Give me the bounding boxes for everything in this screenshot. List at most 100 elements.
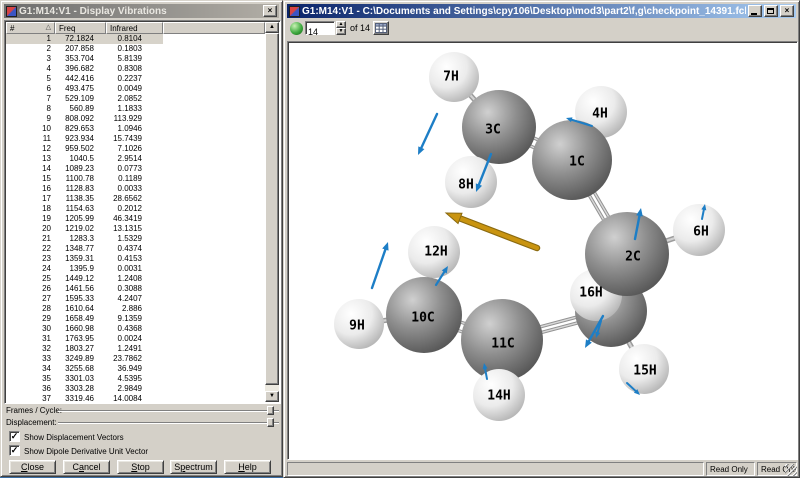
displacement-label: Displacement: bbox=[6, 418, 57, 427]
scroll-down-icon[interactable]: ▼ bbox=[265, 391, 279, 402]
sort-ascending-icon: △ bbox=[45, 24, 51, 31]
frames-cycle-handle[interactable] bbox=[267, 406, 274, 415]
table-row[interactable]: 5 442.416 0.2237 bbox=[6, 74, 265, 84]
svg-text:9H: 9H bbox=[349, 319, 365, 334]
spin-up-icon[interactable]: ▲ bbox=[336, 21, 346, 28]
table-row[interactable]: 24 1395.9 0.0031 bbox=[6, 264, 265, 274]
molecule-window: G1:M14:V1 - C:\Documents and Settings\cp… bbox=[283, 0, 800, 478]
show-dipole-checkbox[interactable]: ✓ bbox=[9, 445, 20, 456]
molecule-viewport[interactable]: 7H 4H 16H 15H 6H 2C 3C 8H 1C 12H 9H 10C 11C 14H bbox=[287, 41, 798, 460]
spreadsheet-button[interactable] bbox=[373, 21, 389, 35]
vibration-toolbar: ▲ ▼ of 14 bbox=[287, 18, 796, 40]
table-row[interactable]: 29 1658.49 9.1359 bbox=[6, 314, 265, 324]
svg-text:16H: 16H bbox=[579, 286, 602, 301]
table-row[interactable]: 10 829.653 1.0946 bbox=[6, 124, 265, 134]
svg-text:1C: 1C bbox=[569, 155, 585, 170]
table-row[interactable]: 23 1359.31 0.4153 bbox=[6, 254, 265, 264]
show-displacement-checkbox[interactable]: ✓ bbox=[9, 431, 20, 442]
table-scrollbar[interactable]: ▲ ▼ bbox=[265, 22, 279, 402]
table-row[interactable]: 14 1089.23 0.0773 bbox=[6, 164, 265, 174]
table-row[interactable]: 15 1100.78 0.1189 bbox=[6, 174, 265, 184]
svg-text:4H: 4H bbox=[592, 107, 608, 122]
scrollbar-thumb[interactable] bbox=[265, 33, 279, 385]
frames-cycle-label: Frames / Cycle: bbox=[6, 406, 63, 415]
table-row[interactable]: 17 1138.35 28.6562 bbox=[6, 194, 265, 204]
displacement-slider[interactable] bbox=[58, 422, 279, 424]
table-row[interactable]: 1 72.1824 0.8104 bbox=[6, 34, 265, 44]
svg-text:10C: 10C bbox=[411, 311, 434, 326]
svg-text:6H: 6H bbox=[693, 225, 709, 240]
stop-button[interactable]: Stop bbox=[117, 460, 164, 474]
svg-text:14H: 14H bbox=[487, 389, 510, 404]
displacement-handle[interactable] bbox=[267, 418, 274, 427]
table-row[interactable]: 20 1219.02 13.1315 bbox=[6, 224, 265, 234]
column-header-infrared[interactable]: Infrared bbox=[106, 22, 163, 34]
display-vibrations-window: G1:M14:V1 - Display Vibrations × # △ Fre… bbox=[0, 0, 283, 477]
table-row[interactable]: 8 560.89 1.1833 bbox=[6, 104, 265, 114]
table-row[interactable]: 34 3255.68 36.949 bbox=[6, 364, 265, 374]
close-button[interactable]: Close bbox=[9, 460, 56, 474]
spectrum-button[interactable]: Spectrum bbox=[170, 460, 217, 474]
column-header-number[interactable]: # △ bbox=[6, 22, 55, 34]
statusbar-left bbox=[287, 462, 704, 476]
grid-icon bbox=[375, 23, 387, 33]
table-row[interactable]: 36 3303.28 2.9849 bbox=[6, 384, 265, 394]
spin-down-icon[interactable]: ▼ bbox=[336, 28, 346, 35]
mode-spinner: ▲ ▼ bbox=[336, 21, 346, 35]
vibration-rows: 1 72.1824 0.8104 2 207.858 0.1803 3 353.704 5.81… bbox=[6, 34, 265, 402]
molecule-svg: 7H 4H 16H 15H 6H 2C 3C 8H 1C 12H 9H 10C 11C 14H bbox=[334, 52, 725, 421]
svg-text:11C: 11C bbox=[491, 337, 514, 352]
table-row[interactable]: 9 808.092 113.929 bbox=[6, 114, 265, 124]
table-row[interactable]: 7 529.109 2.0852 bbox=[6, 94, 265, 104]
help-button[interactable]: Help bbox=[224, 460, 271, 474]
close-icon[interactable]: × bbox=[263, 5, 277, 17]
animation-start-icon[interactable] bbox=[290, 22, 303, 35]
close-icon[interactable]: × bbox=[780, 5, 794, 17]
show-dipole-label: Show Dipole Derivative Unit Vector bbox=[24, 447, 149, 456]
svg-text:15H: 15H bbox=[633, 364, 656, 379]
table-row[interactable]: 13 1040.5 2.9514 bbox=[6, 154, 265, 164]
table-row[interactable]: 37 3319.46 14.0084 bbox=[6, 394, 265, 402]
maximize-icon[interactable] bbox=[764, 5, 778, 17]
table-row[interactable]: 35 3301.03 4.5395 bbox=[6, 374, 265, 384]
table-row[interactable]: 11 923.934 15.7439 bbox=[6, 134, 265, 144]
table-row[interactable]: 22 1348.77 0.4374 bbox=[6, 244, 265, 254]
vibrations-titlebar[interactable]: G1:M14:V1 - Display Vibrations × bbox=[4, 4, 279, 18]
scroll-up-icon[interactable]: ▲ bbox=[265, 22, 279, 33]
table-row[interactable]: 3 353.704 5.8139 bbox=[6, 54, 265, 64]
table-row[interactable]: 2 207.858 0.1803 bbox=[6, 44, 265, 54]
svg-text:12H: 12H bbox=[424, 245, 447, 260]
app-icon bbox=[289, 5, 300, 17]
table-row[interactable]: 21 1283.3 1.5329 bbox=[6, 234, 265, 244]
column-header-blank bbox=[163, 22, 265, 34]
table-row[interactable]: 25 1449.12 1.2408 bbox=[6, 274, 265, 284]
mode-number-input[interactable] bbox=[306, 26, 332, 38]
window-title: G1:M14:V1 - C:\Documents and Settings\cp… bbox=[302, 5, 746, 17]
table-row[interactable]: 28 1610.64 2.886 bbox=[6, 304, 265, 314]
vibration-table: # △ Freq Infrared 1 72.1824 0.8104 2 207.858… bbox=[4, 20, 281, 404]
table-row[interactable]: 27 1595.33 4.2407 bbox=[6, 294, 265, 304]
table-row[interactable]: 4 396.682 0.8308 bbox=[6, 64, 265, 74]
table-row[interactable]: 18 1154.63 0.2012 bbox=[6, 204, 265, 214]
table-row[interactable]: 33 3249.89 23.7862 bbox=[6, 354, 265, 364]
table-row[interactable]: 26 1461.56 0.3088 bbox=[6, 284, 265, 294]
minimize-icon[interactable] bbox=[748, 5, 762, 17]
table-row[interactable]: 6 493.475 0.0049 bbox=[6, 84, 265, 94]
resize-grip[interactable] bbox=[785, 464, 797, 476]
svg-text:2C: 2C bbox=[625, 250, 641, 265]
app-icon bbox=[6, 5, 17, 17]
cancel-button[interactable]: Cancel bbox=[63, 460, 110, 474]
molecule-window-titlebar[interactable]: G1:M14:V1 - C:\Documents and Settings\cp… bbox=[287, 4, 796, 18]
svg-text:7H: 7H bbox=[443, 70, 459, 85]
table-row[interactable]: 16 1128.83 0.0033 bbox=[6, 184, 265, 194]
column-header-freq[interactable]: Freq bbox=[55, 22, 106, 34]
table-header: # △ Freq Infrared bbox=[6, 22, 265, 34]
table-row[interactable]: 12 959.502 7.1026 bbox=[6, 144, 265, 154]
table-row[interactable]: 19 1205.99 46.3419 bbox=[6, 214, 265, 224]
table-row[interactable]: 30 1660.98 0.4368 bbox=[6, 324, 265, 334]
window-title: G1:M14:V1 - Display Vibrations bbox=[19, 5, 167, 17]
frames-cycle-slider[interactable] bbox=[58, 410, 279, 412]
table-row[interactable]: 31 1763.95 0.0024 bbox=[6, 334, 265, 344]
mode-count-label: of 14 bbox=[350, 23, 371, 33]
table-row[interactable]: 32 1803.27 1.2491 bbox=[6, 344, 265, 354]
